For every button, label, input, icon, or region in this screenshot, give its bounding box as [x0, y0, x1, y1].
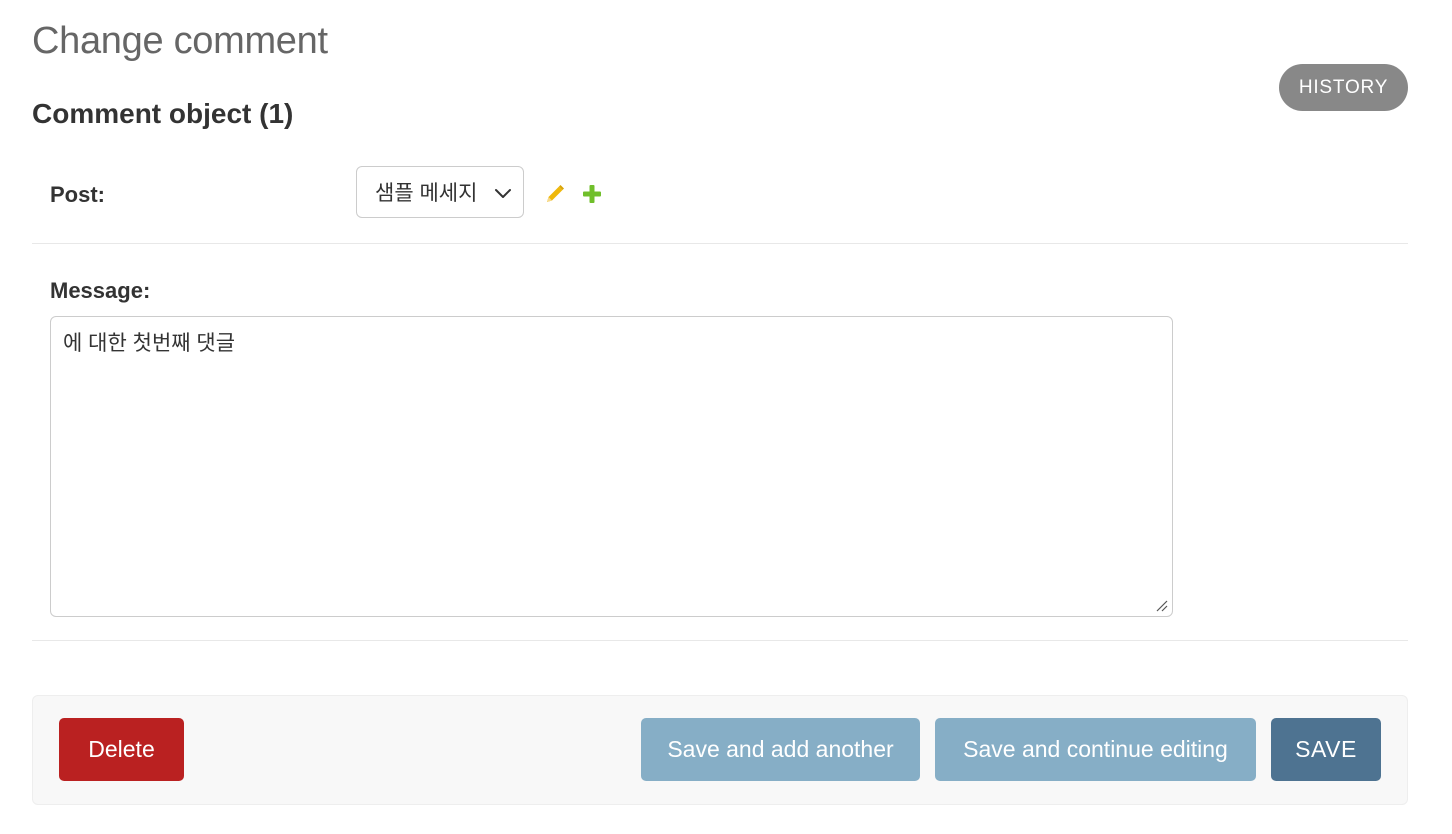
save-and-add-another-button[interactable]: Save and add another	[641, 718, 920, 781]
submit-row: Delete Save and add another Save and con…	[32, 695, 1408, 805]
delete-button[interactable]: Delete	[59, 718, 184, 781]
message-text: 에 대한 첫번째 댓글	[63, 332, 236, 355]
object-title: Comment object (1)	[32, 98, 294, 129]
post-field-row: Post: 샘플 메세지	[32, 150, 1408, 244]
message-textarea[interactable]: 에 대한 첫번째 댓글	[50, 316, 1173, 617]
resize-handle-icon[interactable]	[1154, 598, 1168, 612]
history-button[interactable]: HISTORY	[1279, 64, 1408, 111]
message-field-row: Message: 에 대한 첫번째 댓글	[32, 244, 1408, 641]
chevron-down-icon	[495, 189, 511, 198]
page-title: Change comment	[32, 20, 328, 62]
post-label: Post:	[50, 182, 105, 207]
plus-icon[interactable]	[582, 184, 602, 204]
post-select-value: 샘플 메세지	[375, 182, 478, 205]
pencil-icon[interactable]	[544, 183, 566, 205]
save-and-continue-button[interactable]: Save and continue editing	[935, 718, 1256, 781]
save-button[interactable]: SAVE	[1271, 718, 1381, 781]
message-label: Message:	[50, 278, 151, 303]
post-select[interactable]: 샘플 메세지	[356, 166, 524, 218]
